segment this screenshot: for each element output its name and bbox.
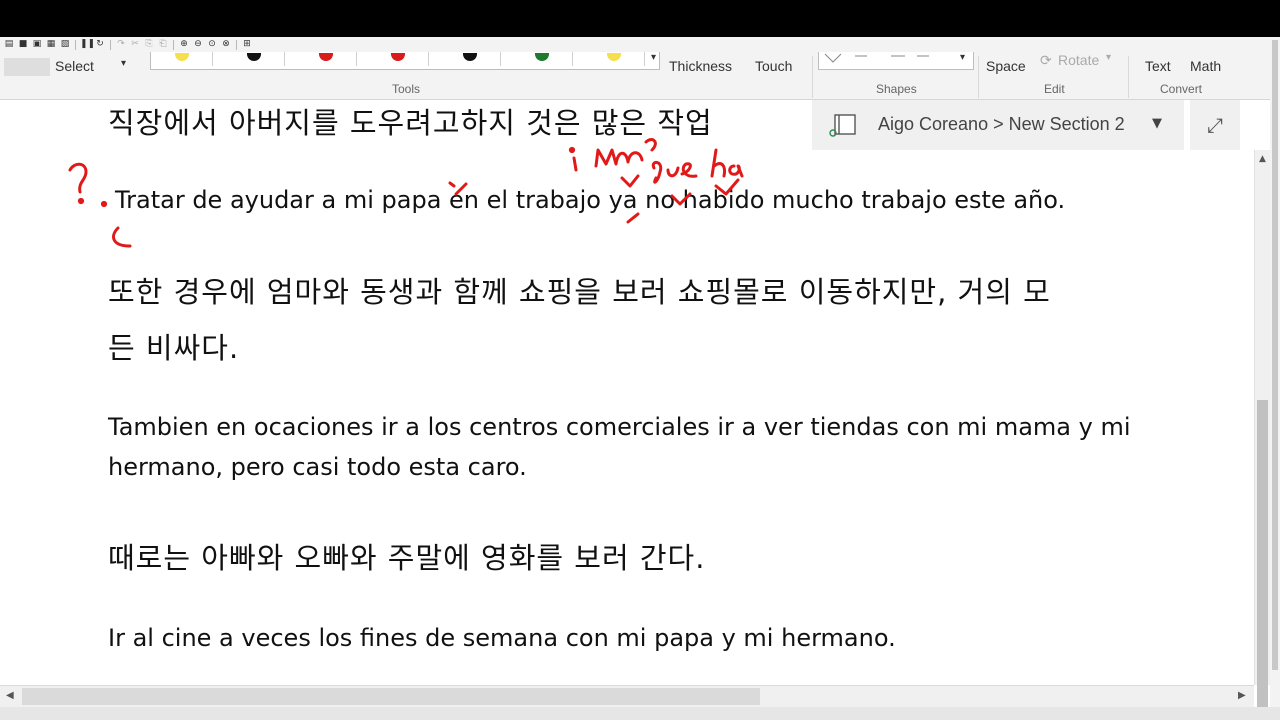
touch-button[interactable]: Touch [755, 58, 792, 74]
scroll-up-icon[interactable]: ▲ [1255, 154, 1270, 168]
ink-dot [100, 200, 108, 208]
window-edge-scroll-thumb[interactable] [1272, 40, 1278, 670]
note-line-ko-3[interactable]: 든 비싸다. [108, 325, 239, 367]
zoom-in-icon[interactable]: ⊕ [178, 39, 190, 50]
note-line-es-3[interactable]: hermano, pero casi todo esta caro. [108, 453, 527, 481]
pen-dot [247, 53, 261, 61]
ink-word-mm [594, 148, 644, 168]
quick-access-toolbar: ▤ ■ ▣ ▦ ▧ ❚❚ ↻ ↷ ✂ ⎘ ⎗ ⊕ ⊖ ⊙ ⊗ ⊞ [0, 37, 1280, 52]
ink-tick [448, 181, 456, 188]
scroll-right-icon[interactable]: ▶ [1238, 690, 1246, 701]
edit-group-label: Edit [1044, 82, 1065, 96]
ink-word-i-dot [568, 146, 576, 154]
chevron-down-icon[interactable]: ▾ [121, 58, 126, 69]
shapes-preview-icon [824, 53, 929, 63]
horizontal-scroll-thumb[interactable] [22, 688, 760, 705]
ink-caret [714, 178, 740, 196]
copy-icon[interactable]: ⎘ [143, 39, 155, 50]
pen-swatch[interactable] [295, 52, 357, 66]
pen-dot [463, 53, 477, 61]
page-setup-icon[interactable]: ▦ [45, 39, 57, 50]
ink-caret [620, 174, 640, 188]
vertical-scrollbar[interactable]: ▲ [1254, 150, 1270, 720]
pen-dot [391, 53, 405, 61]
shapes-more-icon[interactable]: ▾ [960, 52, 965, 63]
ink-question-mark [68, 162, 88, 194]
ink-to-math-button[interactable]: Math [1190, 58, 1221, 74]
tools-group-label: Tools [392, 82, 421, 96]
zoom-fit-icon[interactable]: ⊗ [220, 39, 232, 50]
ink-tilde [626, 212, 640, 224]
ink-question-dot [77, 197, 85, 205]
ribbon-divider [978, 56, 979, 98]
cut-icon[interactable]: ✂ [129, 39, 141, 50]
qat-separator [236, 39, 237, 50]
select-swatch[interactable] [4, 58, 50, 76]
rotate-button[interactable]: Rotate [1058, 52, 1099, 68]
gallery-more-icon[interactable]: ▾ [651, 52, 656, 63]
note-line-es-2[interactable]: Tambien en ocaciones ir a los centros co… [108, 413, 1131, 441]
ink-word-que [651, 161, 698, 184]
ink-caret [670, 192, 692, 206]
qat-separator [173, 39, 174, 50]
shapes-gallery[interactable] [818, 52, 974, 70]
new-page-icon[interactable]: ▤ [3, 39, 15, 50]
qat-separator [75, 39, 76, 50]
pen-dot [319, 53, 333, 61]
ink-word-ha [710, 148, 744, 178]
redo-icon[interactable]: ↷ [115, 39, 127, 50]
thickness-button[interactable]: Thickness [669, 58, 732, 74]
ink-to-text-button[interactable]: Text [1145, 58, 1171, 74]
ink-annotations[interactable] [0, 100, 1254, 260]
note-line-ko-2[interactable]: 또한 경우에 엄마와 동생과 함께 쇼핑을 보러 쇼핑몰로 이동하지만, 거의 … [108, 269, 1051, 311]
pen-swatch[interactable] [439, 52, 501, 66]
fullscreen-icon[interactable]: ⊞ [241, 39, 253, 50]
pen-swatch[interactable] [223, 52, 285, 66]
note-line-es-4[interactable]: Ir al cine a veces los fines de semana c… [108, 624, 896, 652]
ink-word-i [572, 156, 578, 172]
pen-gallery [150, 52, 660, 70]
ribbon-divider [812, 56, 813, 98]
ribbon-divider [1128, 56, 1129, 98]
sync-icon[interactable]: ↻ [94, 39, 106, 50]
ink-word-mm-question [644, 138, 657, 152]
pen-swatch[interactable] [511, 52, 573, 66]
pen-dot [535, 53, 549, 61]
save-icon[interactable]: ■ [17, 39, 29, 50]
shapes-group-label: Shapes [876, 82, 917, 96]
ink-accent-mark [454, 182, 468, 196]
pen-swatch[interactable] [151, 52, 213, 66]
pen-dot [607, 53, 621, 61]
note-line-ko-4[interactable]: 때로는 아빠와 오빠와 주말에 영화를 보러 간다. [108, 535, 705, 577]
pen-swatch[interactable] [583, 52, 645, 66]
pen-dot [175, 53, 189, 61]
paste-icon[interactable]: ⎗ [157, 39, 169, 50]
scroll-left-icon[interactable]: ◀ [6, 690, 14, 701]
zoom-out-icon[interactable]: ⊖ [192, 39, 204, 50]
qat-separator [110, 39, 111, 50]
space-button[interactable]: Space [986, 58, 1026, 74]
convert-group-label: Convert [1160, 82, 1203, 96]
pause-icon[interactable]: ❚❚ [80, 39, 95, 50]
vertical-scroll-thumb[interactable] [1257, 400, 1268, 720]
title-bar [0, 0, 1280, 37]
horizontal-scrollbar[interactable]: ◀ ▶ [0, 685, 1254, 707]
rotate-chevron-icon: ▾ [1106, 52, 1112, 63]
zoom-reset-icon[interactable]: ⊙ [206, 39, 218, 50]
ribbon: Select ▾ ▾ Thickness Touch Tools ▾ Shape… [0, 52, 1280, 100]
snapshot-icon[interactable]: ▧ [59, 39, 71, 50]
ink-open-paren [112, 226, 132, 248]
select-button[interactable]: Select [55, 58, 94, 74]
print-icon[interactable]: ▣ [31, 39, 43, 50]
status-strip [0, 707, 1280, 720]
pen-swatch[interactable] [367, 52, 429, 66]
rotate-icon: ⟳ [1040, 52, 1052, 68]
